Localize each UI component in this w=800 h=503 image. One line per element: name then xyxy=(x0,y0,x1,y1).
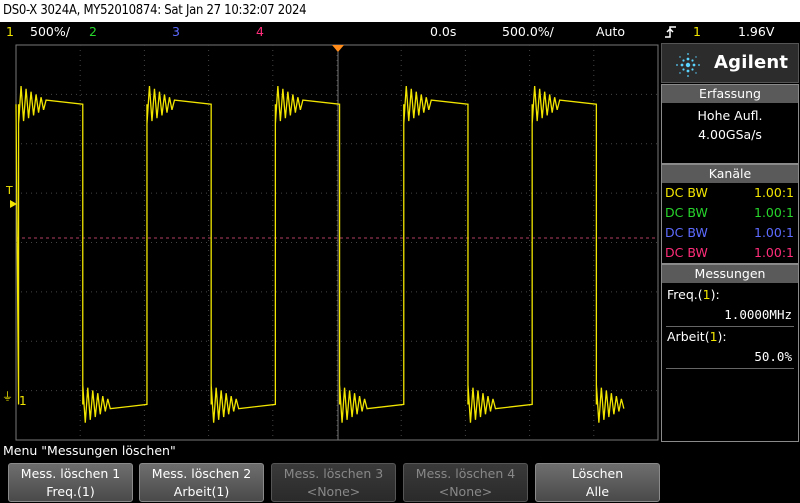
softkey-line1: Mess. löschen 1 xyxy=(20,466,121,481)
trigger-level[interactable]: 1.96V xyxy=(738,22,774,42)
measurement-label-duty: Arbeit(1): xyxy=(662,327,798,347)
softkey-line2: Freq.(1) xyxy=(46,484,95,499)
measurement-label-freq: Freq.(1): xyxy=(662,285,798,305)
brand-name: Agilent xyxy=(714,52,789,73)
time-scale[interactable]: 500.0%/ xyxy=(502,22,554,42)
acquisition-mode: Hohe Aufl. xyxy=(697,108,763,123)
channel-coupling: DC BW xyxy=(665,185,708,200)
channel-probe: 1.00:1 xyxy=(754,185,794,200)
ch4-number[interactable]: 4 xyxy=(256,22,264,42)
softkey-line1: Mess. löschen 2 xyxy=(151,466,252,481)
channels-panel[interactable]: Kanäle DC BW 1.00:1 DC BW 1.00:1 DC BW 1… xyxy=(661,164,799,264)
time-delay[interactable]: 0.0s xyxy=(430,22,456,42)
title-bar: DS0-X 3024A, MY52010874: Sat Jan 27 10:3… xyxy=(0,0,800,22)
waveform-area[interactable]: T ⏚ 1 xyxy=(0,42,660,442)
measurement-label-end: ): xyxy=(717,329,727,344)
measurement-label-channel: 1 xyxy=(709,329,718,344)
softkey-clear-meas-1[interactable]: Mess. löschen 1 Freq.(1) xyxy=(8,463,133,502)
channel-probe: 1.00:1 xyxy=(754,245,794,260)
softkey-line1: Mess. löschen 3 xyxy=(283,466,384,481)
ch3-number[interactable]: 3 xyxy=(172,22,180,42)
channel-coupling: DC BW xyxy=(665,205,708,220)
ch1-number[interactable]: 1 xyxy=(6,22,14,42)
acquisition-header: Erfassung xyxy=(662,85,798,103)
channel-probe: 1.00:1 xyxy=(754,225,794,240)
ch1-scale[interactable]: 500%/ xyxy=(30,22,70,42)
softkey-line2: <None> xyxy=(306,484,361,499)
channel-coupling: DC BW xyxy=(665,225,708,240)
measurements-header: Messungen xyxy=(662,265,798,283)
acquisition-panel[interactable]: Erfassung Hohe Aufl. 4.00GSa/s xyxy=(661,84,799,164)
sample-rate: 4.00GSa/s xyxy=(698,127,762,142)
channels-header: Kanäle xyxy=(662,165,798,183)
channel-row-1[interactable]: DC BW 1.00:1 xyxy=(662,183,798,203)
ch1-waveform xyxy=(15,86,625,423)
softkey-line2: <None> xyxy=(438,484,493,499)
status-bar: 1 500%/ 2 3 4 0.0s 500.0%/ Auto 1 1.96V xyxy=(0,22,800,42)
softkey-line2: Arbeit(1) xyxy=(173,484,230,499)
menu-title: Menu "Messungen löschen" xyxy=(0,442,800,460)
trigger-position-marker[interactable] xyxy=(332,45,344,52)
trigger-source[interactable]: 1 xyxy=(693,22,701,42)
measurement-value-freq: 1.0000MHz xyxy=(724,307,792,322)
channel-row-2[interactable]: DC BW 1.00:1 xyxy=(662,203,798,223)
measurements-panel[interactable]: Messungen Freq.(1): 1.0000MHz Arbeit(1):… xyxy=(661,264,799,442)
softkey-bar: Mess. löschen 1 Freq.(1) Mess. löschen 2… xyxy=(0,460,800,503)
ch1-ground-marker[interactable]: ⏚ 1 xyxy=(2,390,27,408)
measurement-divider xyxy=(666,368,794,369)
measurement-label-end: ): xyxy=(710,287,720,302)
trigger-mode[interactable]: Auto xyxy=(596,22,625,42)
softkey-clear-meas-3[interactable]: Mess. löschen 3 <None> xyxy=(271,463,396,502)
channel-row-3[interactable]: DC BW 1.00:1 xyxy=(662,223,798,243)
measurement-label-text: Freq.( xyxy=(667,287,703,302)
softkey-line1: Mess. löschen 4 xyxy=(415,466,516,481)
agilent-spark-icon xyxy=(676,53,700,77)
softkey-clear-all[interactable]: Löschen Alle xyxy=(535,463,660,502)
title-text: DS0-X 3024A, MY52010874: Sat Jan 27 10:3… xyxy=(3,3,307,18)
ground-symbol-icon: ⏚ xyxy=(2,390,13,403)
softkey-line1: Löschen xyxy=(571,466,624,481)
measurement-label-channel: 1 xyxy=(702,287,711,302)
right-panel: Agilent Erfassung Hohe Aufl. 4.00GSa/s K… xyxy=(660,42,800,442)
trigger-level-marker-label: T xyxy=(5,184,13,197)
ch1-trace xyxy=(15,86,625,423)
ch1-marker-label: 1 xyxy=(19,394,27,408)
channel-coupling: DC BW xyxy=(665,245,708,260)
measurement-label-text: Arbeit( xyxy=(667,329,710,344)
ch2-number[interactable]: 2 xyxy=(89,22,97,42)
softkey-clear-meas-2[interactable]: Mess. löschen 2 Arbeit(1) xyxy=(139,463,264,502)
brand-box: Agilent xyxy=(661,43,799,83)
scope-display[interactable]: T ⏚ 1 xyxy=(0,42,660,442)
measurement-value-duty: 50.0% xyxy=(754,349,792,364)
softkey-clear-meas-4[interactable]: Mess. löschen 4 <None> xyxy=(403,463,528,502)
channel-probe: 1.00:1 xyxy=(754,205,794,220)
softkey-line2: Alle xyxy=(585,484,610,499)
channel-row-4[interactable]: DC BW 1.00:1 xyxy=(662,243,798,263)
